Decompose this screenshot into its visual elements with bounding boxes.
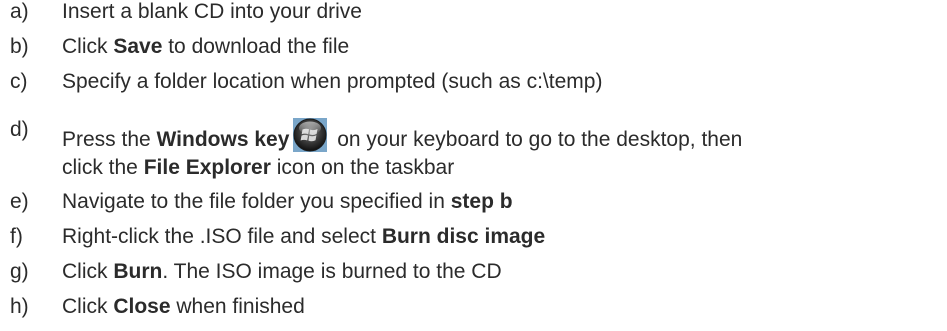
step-marker: d) <box>10 118 29 141</box>
bold-term: Burn <box>113 260 163 283</box>
step-marker: g) <box>10 260 29 283</box>
bold-term: Save <box>113 35 163 58</box>
step-text: Click Burn. The ISO image is burned to t… <box>62 260 502 283</box>
bold-term: File Explorer <box>143 156 271 179</box>
step-text: Click Close when finished <box>62 295 305 318</box>
bold-term: Close <box>113 295 171 318</box>
step-text: Navigate to the file folder you specifie… <box>62 190 513 213</box>
step-marker: b) <box>10 35 29 58</box>
windows-start-orb-icon <box>293 118 328 152</box>
step-marker: h) <box>10 295 29 318</box>
instruction-list: a) Insert a blank CD into your drive b) … <box>0 0 947 331</box>
bold-term: step b <box>450 190 513 213</box>
step-marker: c) <box>10 70 28 93</box>
step-text-continued: click the File Explorer icon on the task… <box>62 156 455 179</box>
step-marker: e) <box>10 190 29 213</box>
bold-term: Burn disc image <box>381 225 546 248</box>
step-marker: a) <box>10 0 29 23</box>
step-text: Click Save to download the file <box>62 35 350 58</box>
step-text: Specify a folder location when prompted … <box>62 70 603 93</box>
step-text: Insert a blank CD into your drive <box>62 0 362 23</box>
step-text: Press the Windows key on your keyboard t… <box>62 118 742 180</box>
step-text: Right-click the .ISO file and select Bur… <box>62 225 546 248</box>
step-marker: f) <box>10 225 23 248</box>
bold-term: Windows key <box>156 128 290 151</box>
